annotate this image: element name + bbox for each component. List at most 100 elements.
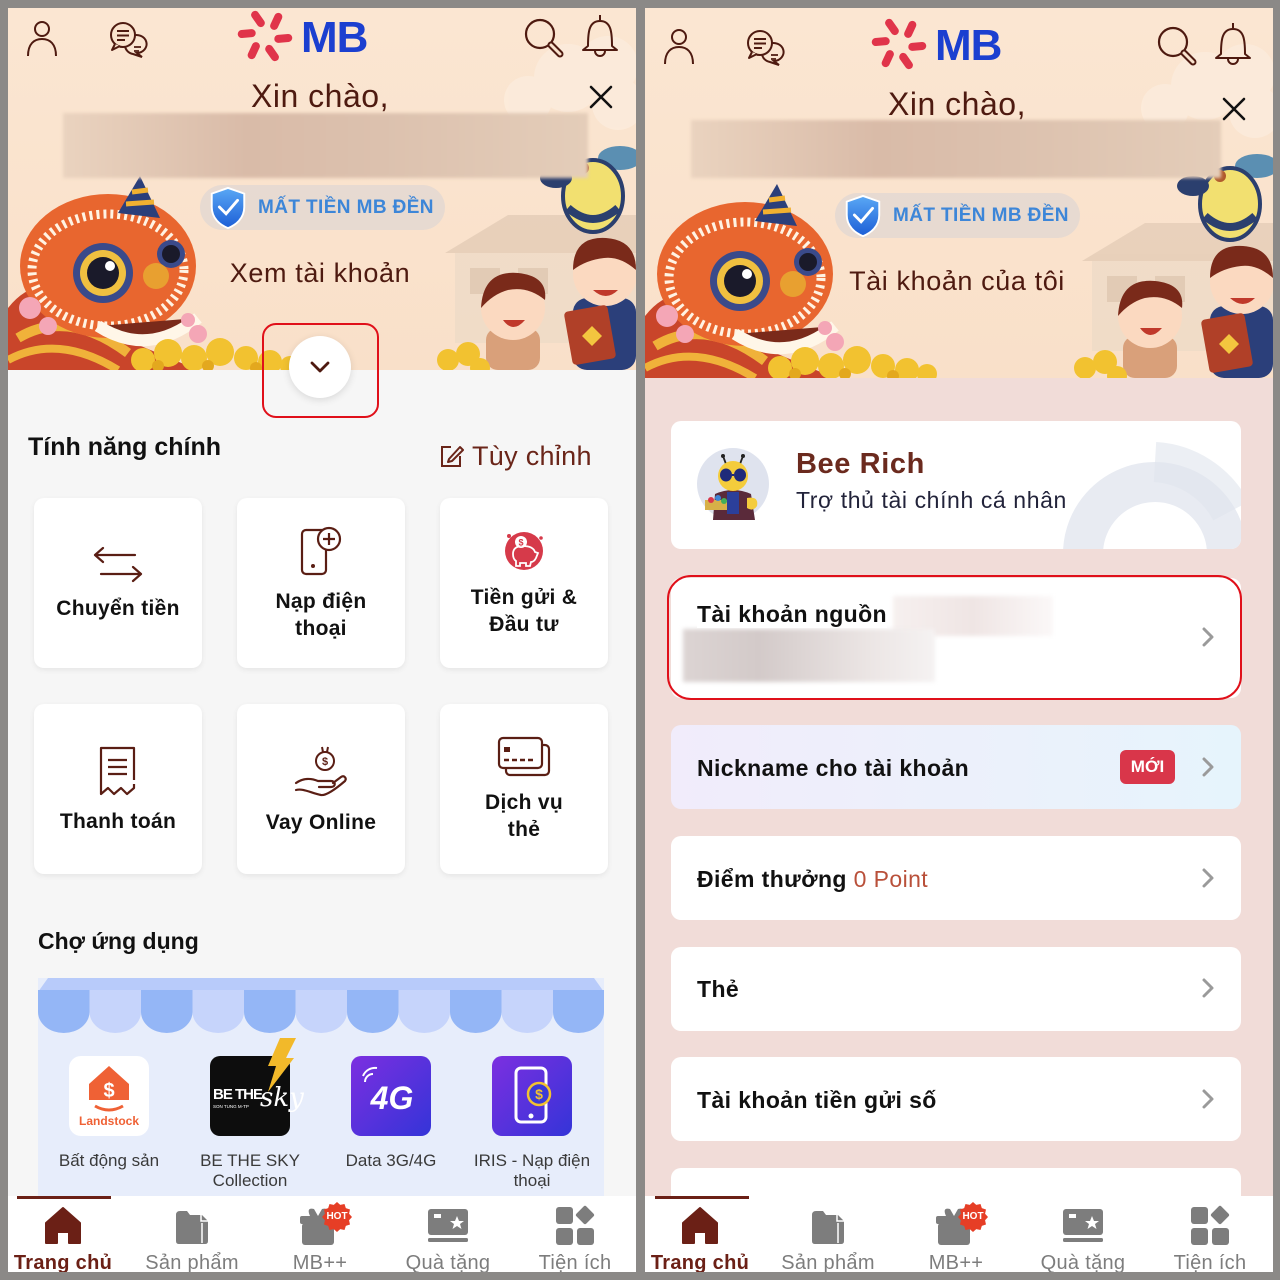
utilities-icon: [556, 1205, 595, 1245]
hot-badge-label: HOT: [962, 1211, 984, 1222]
redacted-customer-name: [63, 113, 588, 178]
expand-accounts-button[interactable]: [289, 336, 351, 398]
nav-item-mbplus[interactable]: HOT MB++: [896, 1196, 1016, 1272]
utilities-icon: [1191, 1205, 1230, 1245]
home-screen: MB Xin chào, MẤT TIỀN MB ĐỀN Xem tài kho…: [8, 8, 636, 1272]
chat-icon[interactable]: [106, 20, 150, 60]
nav-item-utilities[interactable]: Tiện ích: [1150, 1196, 1270, 1272]
folder-icon: [812, 1211, 844, 1244]
search-icon[interactable]: [522, 16, 566, 60]
nav-label: Sản phẩm: [145, 1252, 239, 1272]
svg-text:BE THE: BE THE: [213, 1086, 263, 1103]
nav-label: Trang chủ: [650, 1252, 750, 1272]
customize-button[interactable]: Tùy chỉnh: [438, 440, 592, 472]
nav-item-home[interactable]: Trang chủ: [645, 1196, 760, 1272]
nav-item-gifts[interactable]: Quà tặng: [1023, 1196, 1143, 1272]
feature-tile-savings-investment[interactable]: $ Tiền gửi & Đầu tư: [440, 498, 608, 668]
home-icon: [45, 1207, 81, 1244]
app-label: Bất động sản: [58, 1151, 160, 1170]
notification-bell-icon[interactable]: [578, 12, 622, 58]
security-badge[interactable]: MẤT TIỀN MB ĐỀN: [200, 185, 445, 230]
nav-label: Sản phẩm: [781, 1252, 875, 1272]
bee-rich-assistant-card[interactable]: Bee Rich Trợ thủ tài chính cá nhân: [671, 421, 1241, 549]
redacted-customer-name: [691, 120, 1221, 178]
reward-points-value: 0 Point: [853, 866, 929, 892]
account-nickname-card[interactable]: Nickname cho tài khoản MỚI: [671, 725, 1241, 809]
app-iris-topup[interactable]: $ IRIS - Nạp điện thoại: [462, 1056, 602, 1191]
app-market: $ Landstock Bất động sản BE THE SON TUNG…: [38, 978, 604, 1218]
security-badge-label: MẤT TIỀN MB ĐỀN: [893, 205, 1069, 226]
greeting-text: Xin chào,: [888, 86, 1026, 122]
nav-label: Tiện ích: [1173, 1252, 1247, 1272]
chevron-down-icon: [310, 361, 330, 373]
search-icon[interactable]: [1155, 24, 1199, 68]
feature-tile-phone-topup[interactable]: Nạp điện thoại: [237, 498, 405, 668]
svg-text:Landstock: Landstock: [79, 1114, 139, 1128]
nav-item-products[interactable]: Sản phẩm: [132, 1196, 252, 1272]
feature-tile-card-service[interactable]: Dịch vụ thẻ: [440, 704, 608, 874]
app-market-title: Chợ ứng dụng: [38, 928, 199, 954]
hot-badge: HOT: [958, 1202, 988, 1232]
close-icon[interactable]: [1221, 96, 1247, 122]
main-features-title: Tính năng chính: [28, 433, 222, 461]
digital-deposit-account-card[interactable]: Tài khoản tiền gửi số: [671, 1057, 1241, 1141]
card-service-icon: [497, 736, 551, 777]
nav-item-products[interactable]: Sản phẩm: [768, 1196, 888, 1272]
security-badge[interactable]: MẤT TIỀN MB ĐỀN: [835, 193, 1080, 238]
feature-label: Dịch vụ thẻ: [485, 791, 563, 841]
notification-bell-icon[interactable]: [1211, 20, 1255, 66]
svg-text:$: $: [535, 1086, 543, 1102]
svg-text:$: $: [518, 538, 523, 548]
app-data-3g-4g[interactable]: 4G Data 3G/4G: [321, 1056, 461, 1171]
reward-points-label: Điểm thưởng 0 Point: [697, 865, 928, 893]
nav-item-home[interactable]: Trang chủ: [8, 1196, 123, 1272]
iris-topup-logo: $: [492, 1056, 572, 1136]
svg-text:$: $: [103, 1080, 114, 1102]
feature-label: Vay Online: [265, 810, 377, 834]
feature-label: Chuyển tiền: [56, 596, 180, 620]
new-badge: MỚI: [1120, 750, 1175, 784]
app-be-the-sky[interactable]: BE THE SON TUNG M-TP sky BE THE SKY Colle…: [180, 1038, 320, 1191]
reward-points-card[interactable]: Điểm thưởng 0 Point: [671, 836, 1241, 920]
nav-item-utilities[interactable]: Tiện ích: [515, 1196, 635, 1272]
app-label: Data 3G/4G: [345, 1151, 437, 1170]
phone-topup-icon: [300, 526, 342, 576]
nav-item-gifts[interactable]: Quà tặng: [388, 1196, 508, 1272]
transfer-icon: [93, 546, 143, 582]
data-4g-logo: 4G: [351, 1056, 431, 1136]
view-account-label[interactable]: Xem tài khoản: [8, 256, 632, 290]
app-landstock[interactable]: $ Landstock Bất động sản: [39, 1056, 179, 1171]
feature-tile-online-loan[interactable]: $ Vay Online: [237, 704, 405, 874]
greeting-text: Xin chào,: [251, 78, 389, 114]
mb-logo-icon: [871, 16, 927, 72]
profile-icon[interactable]: [24, 18, 60, 58]
nav-label: MB++: [928, 1252, 984, 1272]
assistant-name: Bee Rich: [796, 448, 925, 480]
nav-label: MB++: [292, 1252, 348, 1272]
cards-menu-card[interactable]: Thẻ: [671, 947, 1241, 1031]
nav-item-mbplus[interactable]: HOT MB++: [260, 1196, 380, 1272]
bottom-navigation: Trang chủ Sản phẩm HOT MB++ Quà tặng Tiệ…: [8, 1196, 636, 1272]
my-accounts-title[interactable]: Tài khoản của tôi: [645, 264, 1269, 298]
reward-card-icon: [428, 1209, 468, 1242]
hot-badge-label: HOT: [326, 1211, 348, 1222]
mb-logo-icon: [237, 8, 293, 64]
my-accounts-screen: MB Xin chào, MẤT TIỀN MB ĐỀN Tài khoản c…: [645, 8, 1273, 1272]
chat-icon[interactable]: [743, 28, 787, 68]
svg-text:SON TUNG M-TP: SON TUNG M-TP: [213, 1104, 249, 1109]
profile-icon[interactable]: [661, 26, 697, 66]
hot-badge: HOT: [322, 1202, 352, 1232]
brand-logo-text: MB: [935, 21, 1002, 70]
account-nickname-label: Nickname cho tài khoản: [697, 755, 970, 781]
chevron-right-icon: [1202, 757, 1214, 777]
feature-tile-bill-payment[interactable]: Thanh toán: [34, 704, 202, 874]
cards-label: Thẻ: [697, 976, 740, 1002]
nav-label: Tiện ích: [538, 1252, 612, 1272]
feature-label: Nạp điện thoại: [275, 590, 367, 640]
chevron-right-icon: [1202, 1089, 1214, 1109]
close-icon[interactable]: [588, 84, 614, 110]
bottom-navigation: Trang chủ Sản phẩm HOT MB++ Quà tặng Tiệ…: [645, 1196, 1273, 1272]
feature-tile-transfer[interactable]: Chuyển tiền: [34, 498, 202, 668]
source-account-card[interactable]: Tài khoản nguồn: [671, 578, 1241, 698]
nav-label: Quà tặng: [1040, 1252, 1126, 1272]
